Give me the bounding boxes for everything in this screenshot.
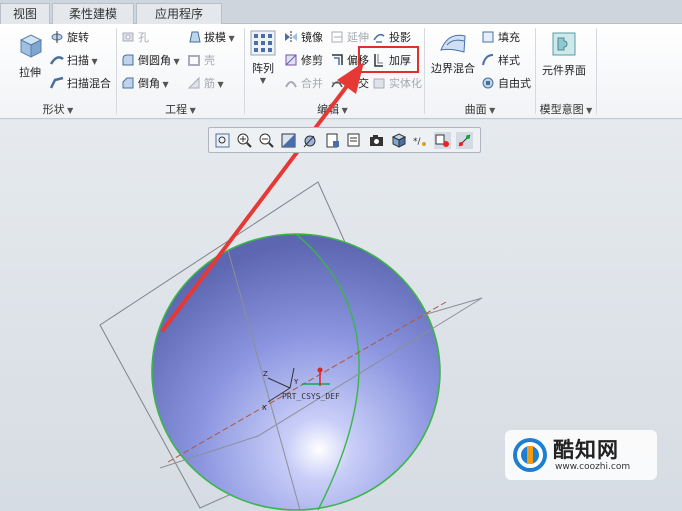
csys-y-label: Y [293,378,299,386]
csys-z-label: Z [263,370,268,378]
sphere-body[interactable] [152,234,440,510]
view-manager-icon[interactable] [324,132,341,149]
watermark-title: 酷知网 [553,438,619,462]
annotation-arrow-head [337,62,364,94]
annotation-display-icon[interactable] [456,132,473,149]
datum-display-icon[interactable]: */ [412,132,429,149]
spin-center-icon[interactable] [434,132,451,149]
saved-views-icon[interactable] [346,132,363,149]
watermark-logo: 酷知网 www.coozhi.com [505,430,657,480]
repaint-icon[interactable] [280,132,297,149]
view-toolbar: */ [208,127,481,153]
refit-icon[interactable] [214,132,231,149]
csys-x-label: X [262,404,267,412]
shading-icon[interactable] [302,132,319,149]
watermark-url: www.coozhi.com [555,462,631,472]
zoom-in-icon[interactable] [236,132,253,149]
svg-text:*/: */ [413,137,422,147]
coozhi-logo-icon [513,438,547,472]
csys-name-label: PRT_CSYS_DEF [282,392,340,401]
display-style-icon[interactable] [390,132,407,149]
zoom-out-icon[interactable] [258,132,275,149]
camera-icon[interactable] [368,132,385,149]
